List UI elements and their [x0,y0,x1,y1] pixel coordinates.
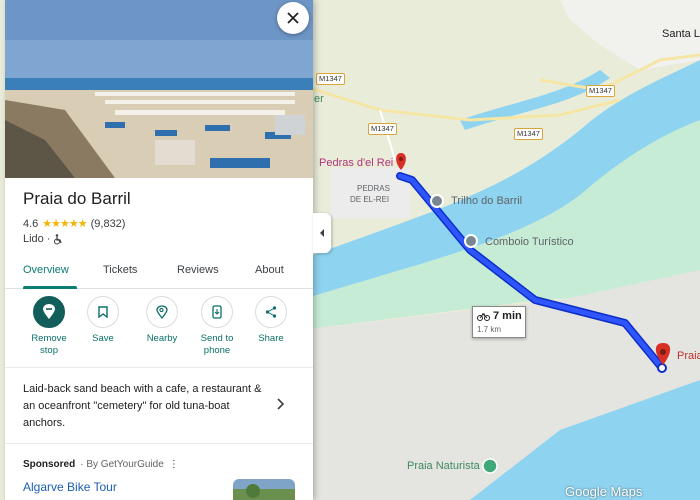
road-badge: M1347 [514,128,543,140]
action-buttons: Remove stop Save Nearby Send to phone Sh… [5,296,313,366]
place-title: Praia do Barril [23,189,131,208]
action-label: Send to [200,333,234,344]
route-time: 7 min [493,310,522,322]
tab-about[interactable]: About [255,264,284,276]
place-tabs: Overview Tickets Reviews About [5,256,313,289]
place-description[interactable]: Laid-back sand beach with a cafe, a rest… [23,381,273,432]
naturista-poi-icon[interactable] [482,458,498,474]
bicycle-icon [477,312,490,321]
tab-reviews[interactable]: Reviews [177,264,219,276]
start-pin-dot [399,157,403,161]
map-label-trilho[interactable]: Trilho do Barril [451,195,522,207]
trilho-poi-icon[interactable] [430,194,444,208]
map-label-comboio[interactable]: Comboio Turístico [485,236,574,248]
action-label: Remove [31,333,67,344]
star-rating-icon: ★★★★★ [42,218,87,230]
action-label: Save [92,333,114,344]
map-label-praia[interactable]: Praia [677,350,700,362]
ad-title-link[interactable]: Algarve Bike Tour [23,480,117,494]
rating-value: 4.6 [23,217,39,230]
tab-tickets[interactable]: Tickets [103,264,137,276]
sponsored-header: Sponsored · By GetYourGuide ⋮ [23,459,179,470]
rating-row[interactable]: 4.6 ★★★★★ (9,832) [23,217,126,231]
nearby-icon [156,305,168,319]
bookmark-icon [98,306,108,318]
send-to-phone-button[interactable]: Send to phone [189,296,245,357]
category-row: Lido · [23,233,63,245]
chevron-left-icon [320,229,324,237]
route-end-dot [657,363,667,373]
action-label: stop [40,345,58,356]
ad-thumbnail[interactable] [233,479,295,500]
share-icon [265,306,277,318]
save-button[interactable]: Save [75,296,131,345]
remove-stop-button[interactable]: Remove stop [21,296,77,357]
category-label[interactable]: Lido [23,233,44,245]
map-label-pedras-del-rei[interactable]: Pedras d'el Rei [319,157,393,169]
collapse-panel-button[interactable] [313,213,331,253]
comboio-poi-icon[interactable] [464,234,478,248]
nearby-button[interactable]: Nearby [134,296,190,345]
send-to-phone-icon [212,305,222,319]
action-label: phone [203,345,231,356]
map-label-praia-naturista[interactable]: Praia Naturista [407,460,480,472]
reviews-count[interactable]: (9,832) [91,218,126,230]
road-badge: M1347 [368,123,397,135]
share-button[interactable]: Share [243,296,299,345]
action-label: Share [258,333,284,344]
wheelchair-icon [54,233,63,244]
map-label-pedras-2: DE EL-REI [350,195,390,204]
place-photo[interactable] [5,0,313,178]
category-separator: · [46,233,51,245]
google-maps-logo: Google Maps [565,484,643,499]
tab-overview[interactable]: Overview [23,264,69,276]
route-distance: 1.7 km [477,325,502,334]
road-badge: M1347 [586,85,615,97]
remove-stop-icon [43,304,55,319]
close-icon [287,12,299,24]
divider [5,443,313,444]
more-options-icon[interactable]: ⋮ [169,459,179,470]
road-badge: M1347 [316,73,345,85]
map-label-santa: Santa L [662,28,700,40]
sponsor-name: · By GetYourGuide [80,459,164,470]
close-button[interactable] [277,2,309,34]
place-panel: Praia do Barril 4.6 ★★★★★ (9,832) Lido ·… [5,0,313,500]
destination-pin-dot [660,349,666,355]
action-label: Nearby [146,333,178,344]
map-label-er: er [314,93,324,105]
chevron-right-icon[interactable] [275,398,285,410]
active-tab-indicator [23,286,77,289]
route-info-box[interactable]: 7 min 1.7 km [472,306,526,338]
map-label-pedras-1: PEDRAS [357,184,390,193]
divider [5,367,313,368]
sponsored-label: Sponsored [23,459,76,470]
